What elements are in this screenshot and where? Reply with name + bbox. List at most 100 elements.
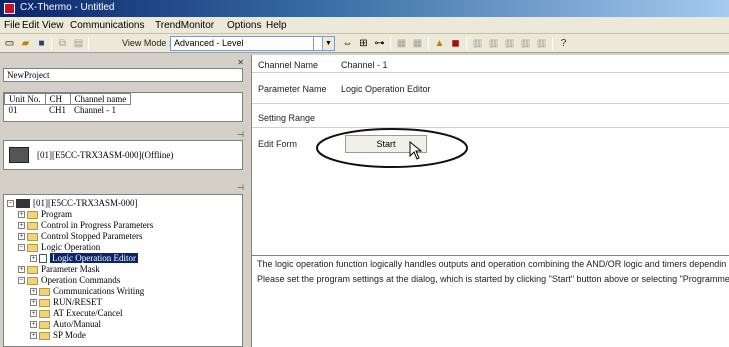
table2-icon[interactable]: ▦ — [411, 37, 424, 50]
folder-open-icon — [27, 243, 38, 252]
param-icon[interactable]: ▥ — [471, 37, 484, 50]
expand-icon[interactable]: + — [18, 233, 25, 241]
tree-item-control-in-progress[interactable]: + Control in Progress Parameters — [18, 220, 153, 231]
highlight-ellipse — [316, 128, 468, 168]
menu-bar: File Edit View Communications TrendMonit… — [0, 17, 729, 34]
folder-icon — [39, 320, 50, 329]
edit-form-label: Edit Form — [258, 139, 298, 149]
description-area: The logic operation function logically h… — [252, 255, 729, 347]
folder-icon — [39, 309, 50, 318]
chevron-down-icon: ▼ — [322, 37, 334, 50]
view-mode-select[interactable]: Advanced - Level — [170, 36, 328, 51]
description-line: Please set the program settings at the d… — [257, 274, 729, 284]
transfer-icon[interactable]: ⇔ — [341, 37, 354, 50]
mouse-cursor-icon — [409, 141, 423, 160]
compare-icon[interactable]: ⊞ — [357, 37, 370, 50]
channel-name-label: Channel Name — [258, 60, 319, 70]
toolbar-separator — [466, 37, 467, 50]
folder-icon — [27, 210, 38, 219]
unit-label: [01][E5CC-TRX3ASM-000](Offline) — [37, 150, 174, 160]
parameter-name-label: Parameter Name — [258, 84, 327, 94]
column-unit-no[interactable]: Unit No. — [4, 93, 46, 105]
parameter-tree: − [01][E5CC-TRX3ASM-000] + Program + Contro… — [3, 194, 243, 347]
table-icon[interactable]: ▦ — [395, 37, 408, 50]
channel-grid: Unit No. CH Channel name 01 CH1 Channel … — [3, 92, 243, 122]
toolbar-separator — [552, 37, 553, 50]
menu-help[interactable]: Help — [266, 20, 287, 31]
menu-view[interactable]: View — [42, 20, 64, 31]
collapse-icon[interactable]: − — [7, 200, 14, 208]
new-file-icon[interactable]: ▭ — [3, 37, 16, 50]
param3-icon[interactable]: ▥ — [503, 37, 516, 50]
toolbar-separator — [88, 37, 89, 50]
view-mode-label: View Mode : — [122, 38, 172, 48]
project-name[interactable]: NewProject — [3, 68, 243, 82]
column-channel-name[interactable]: Channel name — [69, 93, 132, 105]
tree-root[interactable]: − [01][E5CC-TRX3ASM-000] — [7, 198, 138, 209]
expand-icon[interactable]: + — [18, 222, 25, 230]
menu-options[interactable]: Options — [227, 20, 261, 31]
menu-edit[interactable]: Edit — [22, 20, 39, 31]
column-ch[interactable]: CH — [44, 93, 71, 105]
folder-icon — [27, 221, 38, 230]
toolbar-separator — [51, 37, 52, 50]
cell-channel-name: Channel - 1 — [74, 105, 117, 115]
monitor-icon[interactable]: ◼ — [449, 37, 462, 50]
collapse-icon[interactable]: − — [18, 244, 25, 252]
copy-icon[interactable]: ⧉ — [56, 37, 69, 50]
collapse-icon[interactable]: − — [18, 277, 25, 285]
close-icon[interactable]: ✕ — [237, 58, 244, 67]
param4-icon[interactable]: ▥ — [519, 37, 532, 50]
tree-item-auto-manual[interactable]: + Auto/Manual — [30, 319, 101, 330]
expand-icon[interactable]: + — [30, 321, 37, 329]
document-icon — [39, 254, 47, 264]
view-mode-value: Advanced - Level — [174, 38, 244, 48]
link-icon[interactable]: ⊶ — [373, 37, 386, 50]
tree-item-at-execute-cancel[interactable]: + AT Execute/Cancel — [30, 308, 123, 319]
expand-icon[interactable]: + — [30, 332, 37, 340]
paste-icon[interactable]: ▤ — [72, 37, 85, 50]
description-line: The logic operation function logically h… — [257, 259, 727, 269]
menu-trendmonitor[interactable]: TrendMonitor — [155, 20, 214, 31]
pin-icon[interactable]: ⊣ — [237, 130, 244, 139]
tree-item-operation-commands[interactable]: − Operation Commands — [18, 275, 120, 286]
help-icon[interactable]: ? — [557, 37, 570, 50]
tree-item-logic-operation[interactable]: − Logic Operation — [18, 242, 100, 253]
expand-icon[interactable]: + — [30, 310, 37, 318]
expand-icon[interactable]: + — [30, 288, 37, 296]
warning-icon[interactable]: ▲ — [433, 37, 446, 50]
expand-icon[interactable]: + — [30, 299, 37, 307]
cell-ch: CH1 — [49, 105, 67, 115]
table-row[interactable]: 01 CH1 Channel - 1 — [5, 105, 131, 115]
tree-item-logic-operation-editor[interactable]: + Logic Operation Editor — [30, 253, 138, 264]
app-icon — [4, 3, 15, 14]
expand-icon[interactable]: + — [18, 266, 25, 274]
tree-item-run-reset[interactable]: + RUN/RESET — [30, 297, 102, 308]
details-panel: Channel Name Channel - 1 Parameter Name … — [251, 55, 729, 347]
pin-icon[interactable]: ⊣ — [237, 183, 244, 192]
unit-panel[interactable]: [01][E5CC-TRX3ASM-000](Offline) — [3, 140, 243, 170]
param5-icon[interactable]: ▥ — [535, 37, 548, 50]
folder-icon — [27, 265, 38, 274]
folder-icon — [39, 298, 50, 307]
save-icon[interactable]: ■ — [35, 37, 48, 50]
toolbar: ▭ ▰ ■ ⧉ ▤ View Mode : Advanced - Level ▼… — [0, 34, 729, 53]
tree-item-program[interactable]: + Program — [18, 209, 72, 220]
tree-item-sp-mode[interactable]: + SP Mode — [30, 330, 86, 341]
expand-icon[interactable]: + — [30, 255, 37, 263]
folder-open-icon — [27, 276, 38, 285]
expand-icon[interactable]: + — [18, 211, 25, 219]
tree-item-parameter-mask[interactable]: + Parameter Mask — [18, 264, 100, 275]
divider — [252, 103, 729, 104]
open-folder-icon[interactable]: ▰ — [19, 37, 32, 50]
view-mode-dropdown[interactable]: ▼ — [313, 36, 335, 51]
tree-item-communications-writing[interactable]: + Communications Writing — [30, 286, 144, 297]
param2-icon[interactable]: ▥ — [487, 37, 500, 50]
menu-file[interactable]: File — [4, 20, 20, 31]
folder-icon — [27, 232, 38, 241]
device-icon — [9, 147, 29, 163]
menu-communications[interactable]: Communications — [70, 20, 144, 31]
setting-range-label: Setting Range — [258, 113, 316, 123]
toolbar-separator — [428, 37, 429, 50]
tree-item-control-stopped[interactable]: + Control Stopped Parameters — [18, 231, 142, 242]
